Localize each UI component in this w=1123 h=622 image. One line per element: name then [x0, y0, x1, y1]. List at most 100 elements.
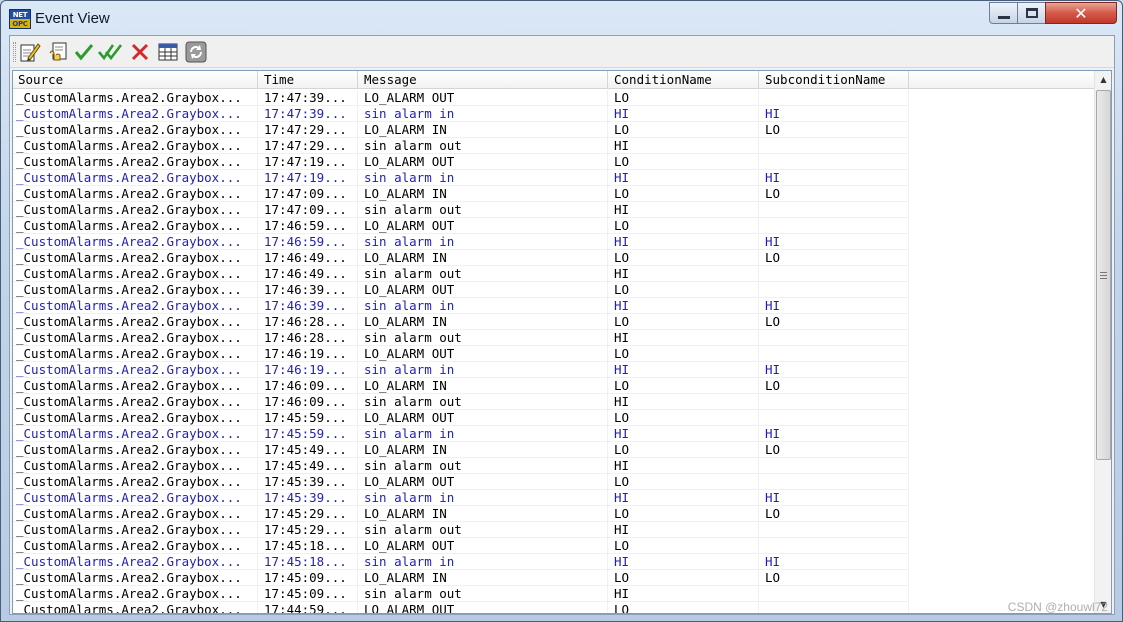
cell-message: sin alarm in — [358, 490, 608, 506]
app-logo-text-bottom: OPC — [12, 20, 28, 28]
table-row[interactable]: _CustomAlarms.Area2.Graybox... 17:45:39..… — [13, 474, 1096, 490]
cell-subcondition-name: HI — [759, 554, 909, 570]
cell-condition-name: HI — [608, 106, 759, 122]
table-row[interactable]: _CustomAlarms.Area2.Graybox... 17:44:59..… — [13, 602, 1096, 613]
table-row[interactable]: _CustomAlarms.Area2.Graybox... 17:46:09..… — [13, 394, 1096, 410]
table-row[interactable]: _CustomAlarms.Area2.Graybox... 17:45:49..… — [13, 458, 1096, 474]
column-header-time[interactable]: Time — [258, 71, 358, 89]
table-row[interactable]: _CustomAlarms.Area2.Graybox... 17:46:19..… — [13, 362, 1096, 378]
cell-subcondition-name — [759, 538, 909, 554]
cell-condition-name: HI — [608, 298, 759, 314]
table-row[interactable]: _CustomAlarms.Area2.Graybox... 17:46:59..… — [13, 218, 1096, 234]
scroll-grip-icon — [1100, 271, 1107, 279]
scroll-thumb[interactable] — [1096, 90, 1111, 460]
table-row[interactable]: _CustomAlarms.Area2.Graybox... 17:47:39..… — [13, 106, 1096, 122]
table-row[interactable]: _CustomAlarms.Area2.Graybox... 17:45:49..… — [13, 442, 1096, 458]
cell-condition-name: HI — [608, 522, 759, 538]
table-row[interactable]: _CustomAlarms.Area2.Graybox... 17:47:09..… — [13, 202, 1096, 218]
edit-button[interactable] — [18, 40, 42, 64]
table-row[interactable]: _CustomAlarms.Area2.Graybox... 17:45:29..… — [13, 506, 1096, 522]
table-row[interactable]: _CustomAlarms.Area2.Graybox... 17:47:29..… — [13, 138, 1096, 154]
column-header-message[interactable]: Message — [358, 71, 608, 89]
cell-source: _CustomAlarms.Area2.Graybox... — [13, 234, 258, 250]
table-row[interactable]: _CustomAlarms.Area2.Graybox... 17:45:09..… — [13, 570, 1096, 586]
column-header-condition-name[interactable]: ConditionName — [608, 71, 759, 89]
close-button[interactable]: ✕ — [1045, 2, 1117, 24]
vertical-scrollbar[interactable]: ▲ ▼ — [1094, 71, 1111, 613]
table-row[interactable]: _CustomAlarms.Area2.Graybox... 17:45:09..… — [13, 586, 1096, 602]
table-row[interactable]: _CustomAlarms.Area2.Graybox... 17:46:09..… — [13, 378, 1096, 394]
cell-condition-name: LO — [608, 602, 759, 613]
table-row[interactable]: _CustomAlarms.Area2.Graybox... 17:46:49..… — [13, 266, 1096, 282]
cell-time: 17:47:19... — [258, 154, 358, 170]
cell-message: LO_ALARM OUT — [358, 218, 608, 234]
table-row[interactable]: _CustomAlarms.Area2.Graybox... 17:45:29..… — [13, 522, 1096, 538]
cell-source: _CustomAlarms.Area2.Graybox... — [13, 282, 258, 298]
double-check-button[interactable] — [98, 40, 122, 64]
minimize-button[interactable] — [989, 2, 1017, 24]
grid-view-button[interactable] — [156, 40, 180, 64]
table-row[interactable]: _CustomAlarms.Area2.Graybox... 17:47:19..… — [13, 154, 1096, 170]
refresh-icon — [185, 41, 207, 63]
table-row[interactable]: _CustomAlarms.Area2.Graybox... 17:46:39..… — [13, 298, 1096, 314]
cell-source: _CustomAlarms.Area2.Graybox... — [13, 138, 258, 154]
cell-time: 17:47:39... — [258, 106, 358, 122]
toolbar-grip[interactable] — [13, 42, 16, 62]
cell-source: _CustomAlarms.Area2.Graybox... — [13, 602, 258, 613]
cell-message: sin alarm in — [358, 170, 608, 186]
cell-message: LO_ALARM OUT — [358, 410, 608, 426]
cell-source: _CustomAlarms.Area2.Graybox... — [13, 186, 258, 202]
check-button[interactable] — [72, 40, 96, 64]
column-header-source[interactable]: Source — [13, 71, 258, 89]
table-row[interactable]: _CustomAlarms.Area2.Graybox... 17:45:59..… — [13, 426, 1096, 442]
cell-subcondition-name — [759, 586, 909, 602]
client-area: Source Time Message ConditionName Subcon… — [9, 35, 1115, 615]
delete-button[interactable] — [128, 40, 152, 64]
table-row[interactable]: _CustomAlarms.Area2.Graybox... 17:45:59..… — [13, 410, 1096, 426]
cell-condition-name: LO — [608, 250, 759, 266]
column-header-subcondition-name[interactable]: SubconditionName — [759, 71, 909, 89]
table-row[interactable]: _CustomAlarms.Area2.Graybox... 17:47:09..… — [13, 186, 1096, 202]
cell-source: _CustomAlarms.Area2.Graybox... — [13, 90, 258, 106]
cell-subcondition-name — [759, 218, 909, 234]
cell-time: 17:47:19... — [258, 170, 358, 186]
close-icon: ✕ — [1074, 3, 1088, 23]
title-bar[interactable]: NET OPC Event View ✕ — [1, 1, 1122, 35]
cell-message: LO_ALARM IN — [358, 378, 608, 394]
event-view-window: NET OPC Event View ✕ Source Time Message… — [0, 0, 1123, 622]
cell-condition-name: LO — [608, 346, 759, 362]
table-row[interactable]: _CustomAlarms.Area2.Graybox... 17:47:29..… — [13, 122, 1096, 138]
table-row[interactable]: _CustomAlarms.Area2.Graybox... 17:45:39..… — [13, 490, 1096, 506]
cell-condition-name: HI — [608, 362, 759, 378]
cell-time: 17:45:09... — [258, 586, 358, 602]
table-row[interactable]: _CustomAlarms.Area2.Graybox... 17:46:28..… — [13, 330, 1096, 346]
cell-subcondition-name — [759, 138, 909, 154]
refresh-button[interactable] — [184, 40, 208, 64]
scroll-up-arrow-icon[interactable]: ▲ — [1095, 71, 1111, 88]
table-row[interactable]: _CustomAlarms.Area2.Graybox... 17:47:19..… — [13, 170, 1096, 186]
cell-message: sin alarm out — [358, 522, 608, 538]
cell-message: sin alarm in — [358, 106, 608, 122]
cell-subcondition-name: LO — [759, 506, 909, 522]
event-list[interactable]: Source Time Message ConditionName Subcon… — [12, 70, 1112, 614]
table-row[interactable]: _CustomAlarms.Area2.Graybox... 17:45:18..… — [13, 538, 1096, 554]
cell-source: _CustomAlarms.Area2.Graybox... — [13, 362, 258, 378]
cell-condition-name: HI — [608, 554, 759, 570]
table-row[interactable]: _CustomAlarms.Area2.Graybox... 17:46:39..… — [13, 282, 1096, 298]
table-row[interactable]: _CustomAlarms.Area2.Graybox... 17:47:39..… — [13, 90, 1096, 106]
cell-subcondition-name — [759, 90, 909, 106]
cell-source: _CustomAlarms.Area2.Graybox... — [13, 122, 258, 138]
table-row[interactable]: _CustomAlarms.Area2.Graybox... 17:46:49..… — [13, 250, 1096, 266]
table-row[interactable]: _CustomAlarms.Area2.Graybox... 17:46:28..… — [13, 314, 1096, 330]
cell-source: _CustomAlarms.Area2.Graybox... — [13, 538, 258, 554]
cell-subcondition-name: LO — [759, 570, 909, 586]
maximize-button[interactable] — [1017, 2, 1045, 24]
cell-subcondition-name: HI — [759, 298, 909, 314]
table-row[interactable]: _CustomAlarms.Area2.Graybox... 17:46:19..… — [13, 346, 1096, 362]
cell-source: _CustomAlarms.Area2.Graybox... — [13, 106, 258, 122]
table-row[interactable]: _CustomAlarms.Area2.Graybox... 17:45:18..… — [13, 554, 1096, 570]
cell-time: 17:47:09... — [258, 186, 358, 202]
acknowledge-button[interactable] — [46, 40, 70, 64]
table-row[interactable]: _CustomAlarms.Area2.Graybox... 17:46:59..… — [13, 234, 1096, 250]
cell-source: _CustomAlarms.Area2.Graybox... — [13, 330, 258, 346]
